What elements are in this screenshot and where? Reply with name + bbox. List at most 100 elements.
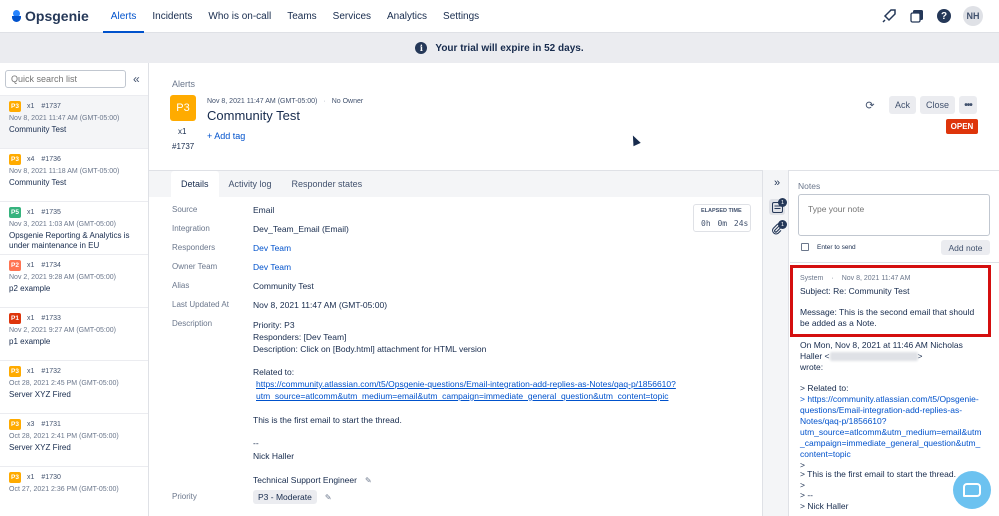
- description-line: Description: Click on [Body.html] attach…: [253, 344, 487, 354]
- source-label: Source: [172, 205, 198, 214]
- alert-list-item[interactable]: P2 x1 #1734 Nov 2, 2021 9:28 AM (GMT-05:00)…: [0, 254, 148, 307]
- alert-list-item[interactable]: P3 x3 #1731 Oct 28, 2021 2:41 PM (GMT-05:00…: [0, 413, 148, 466]
- note-quote-line: > This is the first email to start the t…: [800, 469, 956, 479]
- note-quote-line: > Nick Haller: [800, 501, 849, 511]
- nav-who-is-on-call[interactable]: Who is on-call: [200, 0, 279, 33]
- priority-badge: P3: [9, 100, 21, 112]
- notes-count-badge: 1: [778, 198, 787, 207]
- chat-support-button[interactable]: [953, 471, 991, 509]
- edit-pencil-icon[interactable]: ✎: [365, 476, 372, 485]
- alert-list-item-header: P3 x4 #1736: [9, 153, 139, 165]
- edit-pencil-icon[interactable]: ✎: [325, 493, 332, 502]
- alert-date: Nov 8, 2021 11:47 AM (GMT-05:00): [9, 115, 120, 122]
- tab-responder-states[interactable]: Responder states: [282, 171, 373, 197]
- side-toolbar: » 1 1: [762, 170, 789, 516]
- alert-date: Nov 2, 2021 9:28 AM (GMT-05:00): [9, 274, 116, 281]
- rocket-icon[interactable]: [881, 8, 897, 24]
- alert-list: P3 x1 #1737 Nov 8, 2021 11:47 AM (GMT-05:00…: [0, 95, 148, 516]
- nav-analytics[interactable]: Analytics: [379, 0, 435, 33]
- alert-actions: ⟳ Ack Close •••: [861, 96, 977, 114]
- ack-button[interactable]: Ack: [888, 96, 916, 114]
- refresh-icon[interactable]: ⟳: [861, 96, 879, 114]
- alert-list-item[interactable]: P5 x1 #1735 Nov 3, 2021 1:03 AM (GMT-05:00)…: [0, 201, 148, 254]
- note-input[interactable]: [798, 194, 990, 236]
- description-line: Priority: P3: [253, 320, 295, 330]
- tab-activity-log[interactable]: Activity log: [219, 171, 282, 197]
- alert-count: x1: [27, 102, 35, 110]
- integration-value: Dev_Team_Email (Email): [253, 224, 349, 234]
- add-note-button[interactable]: Add note: [941, 240, 990, 255]
- note-quote-line: On Mon, Nov 8, 2021 at 11:46 AM Nicholas: [800, 340, 963, 350]
- alert-list-item-header: P1 x1 #1733: [9, 312, 139, 324]
- tab-details[interactable]: Details: [171, 171, 219, 197]
- more-actions-icon[interactable]: •••: [959, 96, 977, 114]
- alert-list-item[interactable]: P3 x1 #1730 Oct 27, 2021 2:36 PM (GMT-05:00…: [0, 466, 148, 516]
- nav-settings[interactable]: Settings: [435, 0, 487, 33]
- note-quote-link[interactable]: Notes/qaq-p/1856610?: [800, 416, 887, 427]
- last-updated-value: Nov 8, 2021 11:47 AM (GMT-05:00): [253, 300, 388, 310]
- alias-label: Alias: [172, 281, 190, 290]
- priority-badge: P3: [9, 418, 21, 430]
- quick-search-input[interactable]: [5, 70, 126, 88]
- alert-id: #1737: [172, 142, 195, 151]
- priority-badge: P5: [9, 206, 21, 218]
- nav-incidents[interactable]: Incidents: [144, 0, 200, 33]
- enter-to-send-checkbox[interactable]: [801, 243, 809, 251]
- description-related: Related to:: [253, 367, 295, 377]
- alert-title: Community Test: [207, 108, 300, 123]
- alert-count: x1: [27, 367, 35, 375]
- alert-list-panel: « P3 x1 #1737 Nov 8, 2021 11:47 AM (GMT-05:…: [0, 63, 149, 516]
- alert-list-item[interactable]: P1 x1 #1733 Nov 2, 2021 9:27 AM (GMT-05:00)…: [0, 307, 148, 360]
- mouse-cursor-icon: [629, 133, 641, 147]
- description-signature-role: Technical Support Engineer ✎: [253, 475, 372, 485]
- alert-list-title: p2 example: [9, 284, 51, 293]
- alias-value: Community Test: [253, 281, 314, 291]
- elapsed-time-label: ELAPSED TIME: [701, 208, 742, 214]
- note-haller: Haller <: [800, 351, 830, 361]
- close-button[interactable]: Close: [919, 96, 955, 114]
- nav-services[interactable]: Services: [325, 0, 379, 33]
- list-search-row: «: [0, 63, 148, 95]
- alert-tabs: Details Activity log Responder states: [149, 171, 762, 197]
- alert-list-item[interactable]: P3 x1 #1732 Oct 28, 2021 2:45 PM (GMT-05:00…: [0, 360, 148, 413]
- description-link[interactable]: https://community.atlassian.com/t5/Opsge…: [256, 379, 676, 389]
- alert-date: Oct 27, 2021 2:36 PM (GMT-05:00): [9, 486, 119, 493]
- alert-count: x1: [178, 127, 187, 136]
- add-tag-link[interactable]: + Add tag: [207, 131, 245, 141]
- alert-list-item[interactable]: P3 x4 #1736 Nov 8, 2021 11:18 AM (GMT-05:00…: [0, 148, 148, 201]
- alert-priority-badge[interactable]: P3: [170, 95, 196, 121]
- owner-team-value[interactable]: Dev Team: [253, 262, 291, 272]
- priority-badge: P2: [9, 259, 21, 271]
- note-quote-link[interactable]: > https://community.atlassian.com/t5/Ops…: [800, 394, 979, 405]
- alert-created-date: Nov 8, 2021 11:47 AM (GMT-05:00): [207, 98, 318, 105]
- nav-teams[interactable]: Teams: [279, 0, 324, 33]
- elapsed-time-box: ELAPSED TIME 0h 0m 24s: [693, 204, 751, 232]
- priority-value[interactable]: P3 - Moderate: [253, 490, 317, 504]
- description-link[interactable]: utm_source=atlcomm&utm_medium=email&utm_…: [256, 391, 668, 401]
- alert-list-item[interactable]: P3 x1 #1737 Nov 8, 2021 11:47 AM (GMT-05:00…: [0, 95, 148, 148]
- note-quote-link[interactable]: utm_source=atlcomm&utm_medium=email&utm: [800, 427, 981, 438]
- alert-date: Nov 2, 2021 9:27 AM (GMT-05:00): [9, 327, 116, 334]
- alert-date: Oct 28, 2021 2:41 PM (GMT-05:00): [9, 433, 119, 440]
- collapse-list-icon[interactable]: «: [133, 72, 140, 86]
- notes-title: Notes: [798, 181, 821, 191]
- note-quote-link[interactable]: questions/Email-integration-add-replies-…: [800, 405, 962, 416]
- alert-owner[interactable]: No Owner: [332, 98, 364, 105]
- note-message: Message: This is the second email that s…: [800, 307, 975, 317]
- alert-list-item-header: P3 x3 #1731: [9, 418, 139, 430]
- breadcrumb[interactable]: Alerts: [172, 79, 195, 89]
- user-avatar[interactable]: NH: [963, 6, 983, 26]
- integrations-icon[interactable]: [909, 8, 925, 24]
- expand-panel-icon[interactable]: »: [769, 175, 785, 191]
- note-quote-link[interactable]: content=topic: [800, 449, 851, 460]
- help-icon[interactable]: ?: [937, 9, 951, 23]
- note-author: System: [800, 275, 824, 282]
- description-label: Description: [172, 319, 213, 328]
- note-quote-link[interactable]: _campaign=immediate_general_question&utm…: [800, 438, 980, 449]
- nav-alerts[interactable]: Alerts: [102, 0, 145, 33]
- trial-banner: i Your trial will expire in 52 days.: [0, 33, 999, 63]
- alert-count: x1: [27, 261, 35, 269]
- opsgenie-logo[interactable]: Opsgenie: [12, 8, 89, 24]
- responders-value[interactable]: Dev Team: [253, 243, 291, 253]
- enter-to-send-toggle[interactable]: Enter to send: [801, 243, 856, 251]
